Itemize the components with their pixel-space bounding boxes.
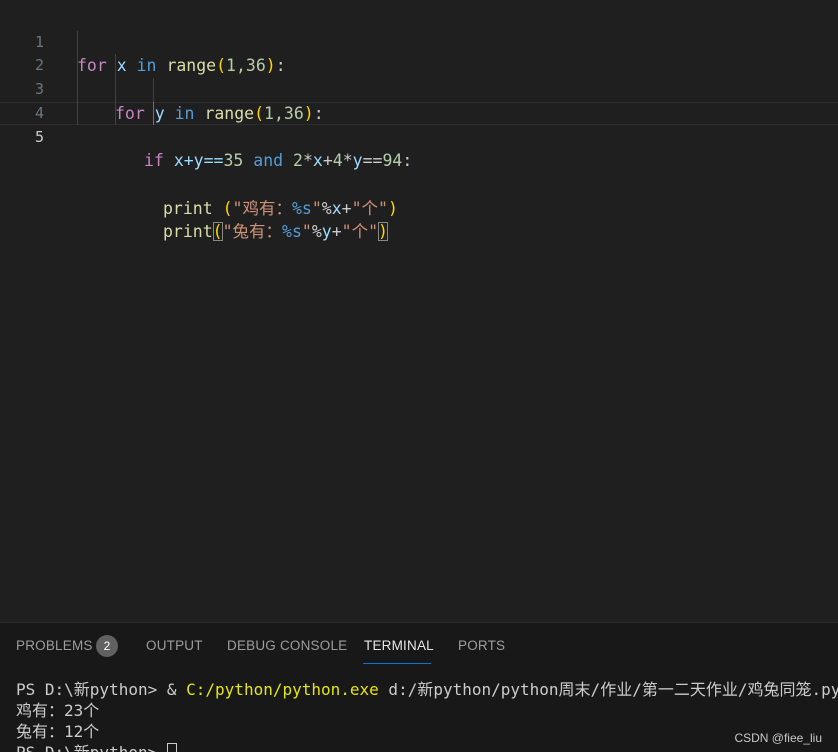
terminal-output-line: 鸡有：23个: [16, 701, 100, 720]
problems-count-badge: 2: [96, 635, 118, 657]
bottom-panel: PROBLEMS 2 OUTPUT DEBUG CONSOLE TERMINAL…: [0, 622, 838, 752]
panel-tabs: PROBLEMS 2 OUTPUT DEBUG CONSOLE TERMINAL…: [0, 623, 838, 669]
number: 35: [223, 151, 244, 171]
expression: x+y==: [173, 151, 224, 171]
code-line-2[interactable]: 2 for y in range(1,36):: [0, 30, 838, 123]
tab-problems[interactable]: PROBLEMS: [16, 638, 93, 653]
terminal-prompt: PS D:\新python>: [16, 743, 167, 752]
function-name: print: [163, 198, 213, 218]
code-text[interactable]: if x+y==35 and 2*x+4*y==94:: [144, 149, 412, 173]
terminal-cursor: [166, 743, 177, 752]
string: "鸡有：: [232, 198, 292, 218]
indent-guide: [153, 78, 154, 102]
indent-guide: [153, 101, 154, 126]
string: ": [311, 198, 322, 218]
operator: *: [302, 151, 313, 171]
terminal-prompt: PS D:\新python> &: [16, 680, 187, 699]
function-name: print: [163, 222, 213, 242]
tab-terminal[interactable]: TERMINAL: [364, 638, 434, 653]
line-number: 5: [34, 127, 44, 146]
tab-debug-console[interactable]: DEBUG CONSOLE: [227, 638, 347, 653]
watermark: CSDN @fiee_liu: [734, 731, 822, 745]
operator: %: [321, 198, 332, 218]
string: "个": [341, 222, 379, 242]
string: "个": [351, 198, 388, 218]
format-spec: %s: [282, 222, 302, 242]
code-line-3[interactable]: 3 if x+y==35 and 2*x+4*y==94:: [0, 54, 838, 170]
format-spec: %s: [291, 198, 312, 218]
active-tab-indicator: [363, 663, 431, 664]
code-line-4[interactable]: 4 print ("鸡有：%s"%x+"个"): [0, 78, 838, 218]
terminal-command-line: PS D:\新python> & C:/python/python.exe d:…: [16, 679, 838, 700]
terminal-executable: C:/python/python.exe: [186, 680, 379, 699]
colon: :: [402, 151, 413, 171]
indent-guide: [115, 101, 116, 126]
number: 94: [382, 151, 403, 171]
code-editor[interactable]: 1 for x in range(1,36): 2 for y in range…: [0, 0, 838, 622]
paren: (: [212, 222, 223, 242]
string: ": [301, 222, 312, 242]
terminal-output-line: 兔有：12个: [16, 722, 100, 741]
tab-ports[interactable]: PORTS: [458, 638, 505, 653]
code-text[interactable]: print("兔有：%s"%y+"个"): [163, 220, 388, 244]
string: "兔有：: [222, 222, 283, 242]
operator: +: [331, 222, 342, 242]
terminal-output[interactable]: PS D:\新python> & C:/python/python.exe d:…: [16, 679, 838, 752]
code-line-5[interactable]: 5 print("兔有：%s"%y+"个"): [0, 101, 838, 242]
indent-guide: [115, 78, 116, 102]
number: 2: [293, 151, 303, 171]
terminal-prompt-line: PS D:\新python>: [16, 742, 838, 752]
keyword: and: [253, 151, 284, 171]
operator: +: [341, 198, 352, 218]
indent-guide: [77, 101, 78, 126]
number: 4: [332, 151, 343, 171]
variable: y: [321, 222, 332, 242]
operator: +: [322, 151, 333, 171]
indent-guide: [115, 54, 116, 79]
variable: x: [331, 198, 342, 218]
variable: x: [312, 151, 323, 171]
operator: *: [342, 151, 353, 171]
indent-guide: [77, 78, 78, 102]
operator: %: [311, 222, 322, 242]
paren: (: [222, 198, 233, 218]
terminal-script-path: d:/新python/python周末/作业/第一二天作业/鸡兔同笼.py: [378, 680, 838, 699]
variable: y: [352, 151, 363, 171]
paren: ): [387, 198, 398, 218]
tab-output[interactable]: OUTPUT: [146, 638, 203, 653]
code-line-1[interactable]: 1 for x in range(1,36):: [0, 7, 838, 76]
indent-guide: [77, 30, 78, 55]
operator: ==: [362, 151, 383, 171]
indent-guide: [77, 54, 78, 79]
paren: ): [378, 222, 388, 242]
code-text[interactable]: print ("鸡有：%s"%x+"个"): [163, 197, 398, 221]
keyword: if: [144, 151, 164, 171]
